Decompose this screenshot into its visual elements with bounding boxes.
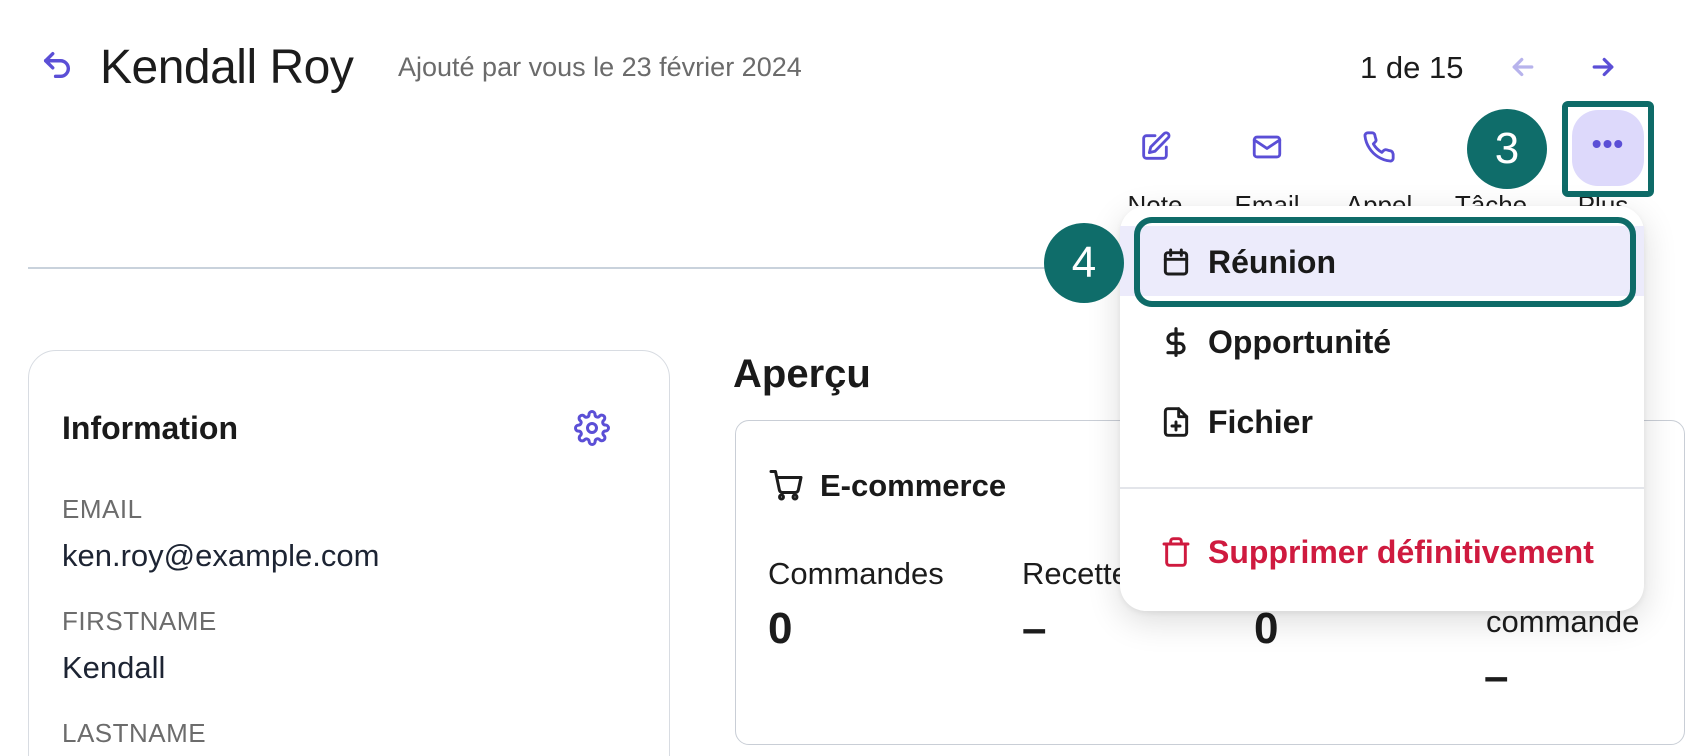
metric-3-value: 0 xyxy=(1254,604,1279,653)
information-title: Information xyxy=(62,410,238,446)
orders-value: 0 xyxy=(768,604,793,653)
mail-icon xyxy=(1250,130,1284,164)
pager-count: 1 de 15 xyxy=(1360,50,1464,85)
step-4-badge: 4 xyxy=(1044,223,1124,303)
meeting-item-highlight xyxy=(1134,217,1636,307)
step-3-badge: 3 xyxy=(1467,109,1547,189)
email-action-button[interactable]: Email xyxy=(1212,124,1322,206)
firstname-value[interactable]: Kendall xyxy=(62,650,165,686)
menu-item-file-label: Fichier xyxy=(1208,404,1313,440)
lastname-label: LASTNAME xyxy=(62,718,207,748)
menu-item-delete-label: Supprimer définitivement xyxy=(1208,534,1594,570)
page-title: Kendall Roy xyxy=(100,41,354,94)
ecommerce-title: E-commerce xyxy=(820,468,1007,503)
note-action-button[interactable]: Note xyxy=(1100,124,1210,206)
file-add-icon xyxy=(1160,406,1192,438)
menu-item-delete[interactable]: Supprimer définitivement xyxy=(1120,516,1644,586)
header-divider xyxy=(28,267,1128,269)
overview-title: Aperçu xyxy=(733,352,871,396)
gear-icon[interactable] xyxy=(574,410,610,446)
menu-item-file[interactable]: Fichier xyxy=(1120,386,1644,456)
note-action-label: Note xyxy=(1127,190,1183,206)
email-action-label: Email xyxy=(1234,190,1300,206)
arrow-right-icon[interactable] xyxy=(1588,52,1618,82)
task-action-label: Tâche xyxy=(1454,190,1528,206)
cart-icon xyxy=(768,467,804,503)
menu-item-opportunity-label: Opportunité xyxy=(1208,324,1392,360)
trash-icon xyxy=(1160,536,1192,568)
edit-icon xyxy=(1138,130,1172,164)
phone-icon xyxy=(1362,130,1396,164)
firstname-label: FIRSTNAME xyxy=(62,606,217,636)
more-button-highlight xyxy=(1562,101,1654,197)
call-action-label: Appel xyxy=(1345,190,1413,206)
dollar-icon xyxy=(1160,326,1192,358)
average-order-value: – xyxy=(1484,652,1509,701)
email-label: EMAIL xyxy=(62,494,143,524)
menu-item-opportunity[interactable]: Opportunité xyxy=(1120,306,1644,376)
orders-label: Commandes xyxy=(768,556,944,591)
menu-divider xyxy=(1120,487,1644,489)
arrow-left-icon[interactable] xyxy=(1508,52,1538,82)
revenue-value: – xyxy=(1022,604,1047,653)
call-action-button[interactable]: Appel xyxy=(1324,124,1434,206)
email-value[interactable]: ken.roy@example.com xyxy=(62,538,379,574)
page-subtitle: Ajouté par vous le 23 février 2024 xyxy=(398,52,802,82)
back-icon[interactable] xyxy=(40,48,74,82)
